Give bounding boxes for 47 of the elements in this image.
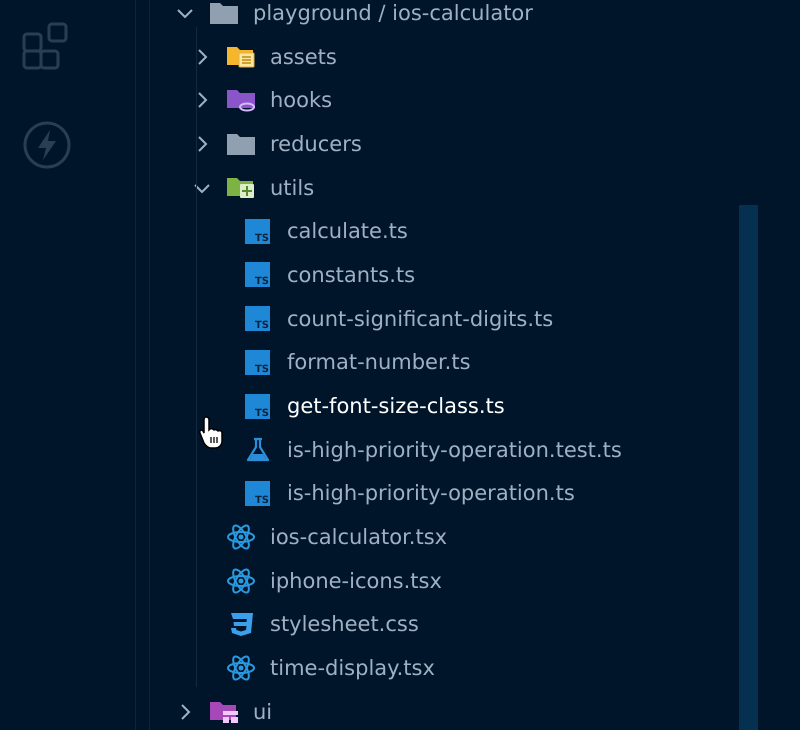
tree-item[interactable]: TS constants.ts <box>150 253 800 297</box>
tree-item[interactable]: is-high-priority-operation.test.ts <box>150 428 800 472</box>
file-name: hooks <box>270 88 332 112</box>
tree-item[interactable]: utils <box>150 166 800 210</box>
file-type-label: TS <box>254 277 269 288</box>
file-name: ios-calculator.tsx <box>270 525 448 550</box>
scrollbar[interactable] <box>739 205 758 730</box>
atom-icon <box>226 524 256 550</box>
tree-item[interactable]: playground / ios-calculator <box>150 0 800 35</box>
file-type-label: TS <box>254 364 269 375</box>
tree-item[interactable]: iphone-icons.tsx <box>150 558 800 603</box>
tree-item[interactable]: TS format-number.ts <box>150 340 800 384</box>
file-name: count-significant-digits.ts <box>287 306 554 331</box>
file-name: format-number.ts <box>287 350 471 374</box>
tree-item[interactable]: time-display.tsx <box>150 646 800 690</box>
file-name: iphone-icons.tsx <box>270 568 442 593</box>
file-name: is-high-priority-operation.ts <box>287 481 575 506</box>
tree-item[interactable]: stylesheet.css <box>150 602 800 646</box>
file-name: ui <box>253 700 272 724</box>
file-type-label: TS <box>254 408 269 419</box>
file-type-label: TS <box>254 234 269 244</box>
file-type-label: TS <box>254 321 269 332</box>
file-type-label: TS <box>254 496 269 506</box>
tree-item[interactable]: TS count-significant-digits.ts <box>150 296 800 340</box>
hand-pointer-icon <box>198 415 226 449</box>
tree-item[interactable]: TS get-font-size-class.ts <box>150 384 800 428</box>
atom-icon <box>226 655 256 682</box>
tree-item[interactable]: TS calculate.ts <box>150 209 800 254</box>
file-name: is-high-priority-operation.test.ts <box>287 438 622 462</box>
file-name: get-font-size-class.ts <box>287 394 505 418</box>
tree-item[interactable]: TS is-high-priority-operation.ts <box>150 472 800 516</box>
folder-icon <box>226 87 256 114</box>
file-name: time-display.tsx <box>270 656 435 680</box>
tree-item[interactable]: reducers <box>150 122 800 166</box>
tree-item[interactable]: ios-calculator.tsx <box>150 515 800 559</box>
file-name: playground / ios-calculator <box>253 0 533 25</box>
tree-item[interactable]: hooks <box>150 78 800 122</box>
file-name: calculate.ts <box>287 219 408 244</box>
file-name: assets <box>270 44 337 69</box>
file-name: reducers <box>270 132 362 156</box>
tree-item[interactable]: assets <box>150 34 800 78</box>
atom-icon <box>226 568 256 594</box>
tree-item[interactable]: ui <box>150 690 800 730</box>
folder-icon <box>209 0 239 26</box>
file-name: stylesheet.css <box>270 612 419 636</box>
file-name: constants.ts <box>287 262 416 287</box>
file-name: utils <box>270 176 314 200</box>
